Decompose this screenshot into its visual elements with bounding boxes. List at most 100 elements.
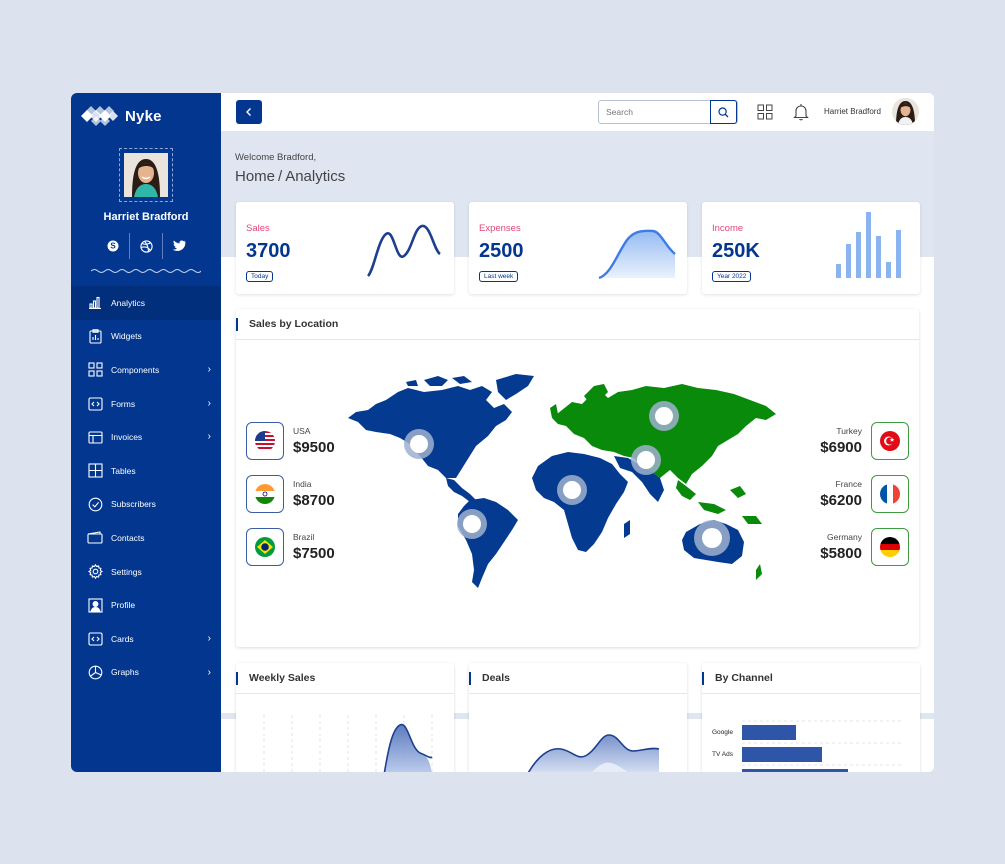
grid-icon — [87, 362, 103, 378]
sidebar-item-label: Settings — [111, 566, 142, 577]
expenses-sparkline — [598, 229, 676, 280]
card-title: Weekly Sales — [236, 663, 454, 694]
profile-avatar[interactable] — [119, 148, 173, 202]
header-user-name[interactable]: Harriet Bradford — [824, 107, 881, 116]
channel-bar-other — [742, 769, 848, 772]
search-icon — [718, 106, 729, 117]
sidebar-item-label: Tables — [111, 465, 136, 476]
location-item-germany[interactable]: Germany $5800 — [811, 527, 909, 567]
flag-de-icon — [871, 528, 909, 566]
stat-period-badge: Year 2022 — [712, 271, 752, 282]
top-header: Harriet Bradford — [221, 93, 934, 131]
breadcrumb: Home / Analytics — [235, 168, 345, 185]
sidebar-item-cards[interactable]: Cards › — [71, 622, 221, 656]
flag-tr-icon — [871, 422, 909, 460]
sidebar-item-label: Components — [111, 364, 160, 375]
sidebar-item-subscribers[interactable]: Subscribers — [71, 488, 221, 522]
bell-icon[interactable] — [793, 103, 809, 126]
sidebar-item-forms[interactable]: Forms › — [71, 387, 221, 421]
stat-label: Expenses — [479, 223, 521, 234]
clipboard-icon — [87, 328, 103, 344]
main-content: Welcome Bradford, Home / Analytics Sales 3… — [221, 131, 934, 772]
apps-grid-icon[interactable] — [757, 104, 773, 125]
welcome-text: Welcome Bradford, — [235, 152, 317, 163]
chevron-left-icon — [246, 108, 251, 116]
layout-icon — [87, 429, 103, 445]
location-item-france[interactable]: France $6200 — [811, 474, 909, 514]
app-window: Nyke Harriet Bradford S Analytics Widget… — [71, 93, 934, 772]
sidebar-item-contacts[interactable]: Contacts — [71, 521, 221, 555]
location-amount: $9500 — [293, 439, 335, 456]
header-avatar[interactable] — [892, 98, 919, 125]
stat-period-badge: Today — [246, 271, 274, 282]
sidebar-item-components[interactable]: Components › — [71, 353, 221, 387]
location-item-india[interactable]: India $8700 — [246, 474, 344, 514]
sidebar-item-widgets[interactable]: Widgets — [71, 320, 221, 354]
sidebar-item-invoices[interactable]: Invoices › — [71, 420, 221, 454]
location-country: Brazil — [293, 532, 315, 542]
map-madagascar — [624, 520, 630, 538]
sidebar-item-label: Contacts — [111, 532, 145, 543]
brand-logo-icon — [81, 106, 118, 126]
location-amount: $7500 — [293, 545, 335, 562]
breadcrumb-current: Analytics — [285, 168, 346, 185]
bar-chart-icon — [87, 295, 103, 311]
stat-label: Sales — [246, 223, 270, 234]
channel-bar-google — [742, 725, 796, 740]
check-circle-icon — [87, 496, 103, 512]
card-title: By Channel — [702, 663, 920, 694]
map-central-america — [446, 478, 476, 502]
deals-card: Deals — [469, 663, 687, 772]
location-item-brazil[interactable]: Brazil $7500 — [246, 527, 344, 567]
sidebar-item-settings[interactable]: Settings — [71, 555, 221, 589]
sidebar-item-analytics[interactable]: Analytics — [71, 286, 221, 320]
marker-usa — [404, 429, 434, 459]
world-map[interactable] — [346, 374, 796, 602]
location-country: Germany — [827, 532, 862, 542]
twitter-icon[interactable] — [162, 233, 195, 259]
location-item-usa[interactable]: USA $9500 — [246, 421, 344, 461]
table-icon — [87, 463, 103, 479]
search-box — [598, 100, 738, 124]
location-amount: $8700 — [293, 492, 335, 509]
chevron-right-icon: › — [207, 397, 211, 409]
search-button[interactable] — [710, 100, 737, 124]
location-item-turkey[interactable]: Turkey $6900 — [811, 421, 909, 461]
flag-us-icon — [246, 422, 284, 460]
sidebar-item-label: Profile — [111, 600, 136, 611]
sidebar-item-graphs[interactable]: Graphs › — [71, 656, 221, 690]
weekly-sales-chart — [263, 715, 433, 772]
breadcrumb-home[interactable]: Home — [235, 168, 275, 185]
chevron-right-icon: › — [207, 431, 211, 443]
gear-icon — [87, 564, 103, 580]
marker-brazil — [457, 509, 487, 539]
marker-india — [631, 445, 661, 475]
back-button[interactable] — [236, 100, 262, 124]
sidebar-nav: Analytics Widgets Components › Forms › Invoice… — [71, 286, 221, 689]
weekly-sales-card: Weekly Sales — [236, 663, 454, 772]
stat-label: Income — [712, 223, 744, 234]
sidebar-item-tables[interactable]: Tables — [71, 454, 221, 488]
location-amount: $5800 — [820, 545, 862, 562]
brand[interactable]: Nyke — [81, 105, 162, 127]
search-input[interactable] — [599, 101, 712, 123]
sales-sparkline — [366, 224, 441, 277]
skype-icon[interactable]: S — [97, 233, 129, 259]
profile-name: Harriet Bradford — [103, 211, 189, 223]
sidebar-item-label: Graphs — [111, 667, 139, 678]
marker-russia — [649, 401, 679, 431]
map-southeast-asia — [676, 480, 746, 514]
wallet-icon — [87, 530, 103, 546]
location-country: India — [293, 479, 312, 489]
decorative-wave — [91, 269, 201, 273]
marker-africa — [557, 475, 587, 505]
location-country: USA — [293, 426, 311, 436]
sidebar-item-profile[interactable]: Profile — [71, 588, 221, 622]
sidebar-item-label: Analytics — [111, 297, 146, 308]
deals-chart — [527, 734, 660, 772]
channel-label: TV Ads — [712, 751, 734, 758]
income-bar-sparkline — [836, 212, 901, 278]
map-png — [742, 516, 762, 524]
dribbble-icon[interactable] — [129, 233, 162, 259]
stat-card-sales: Sales 3700 Today — [236, 202, 454, 294]
